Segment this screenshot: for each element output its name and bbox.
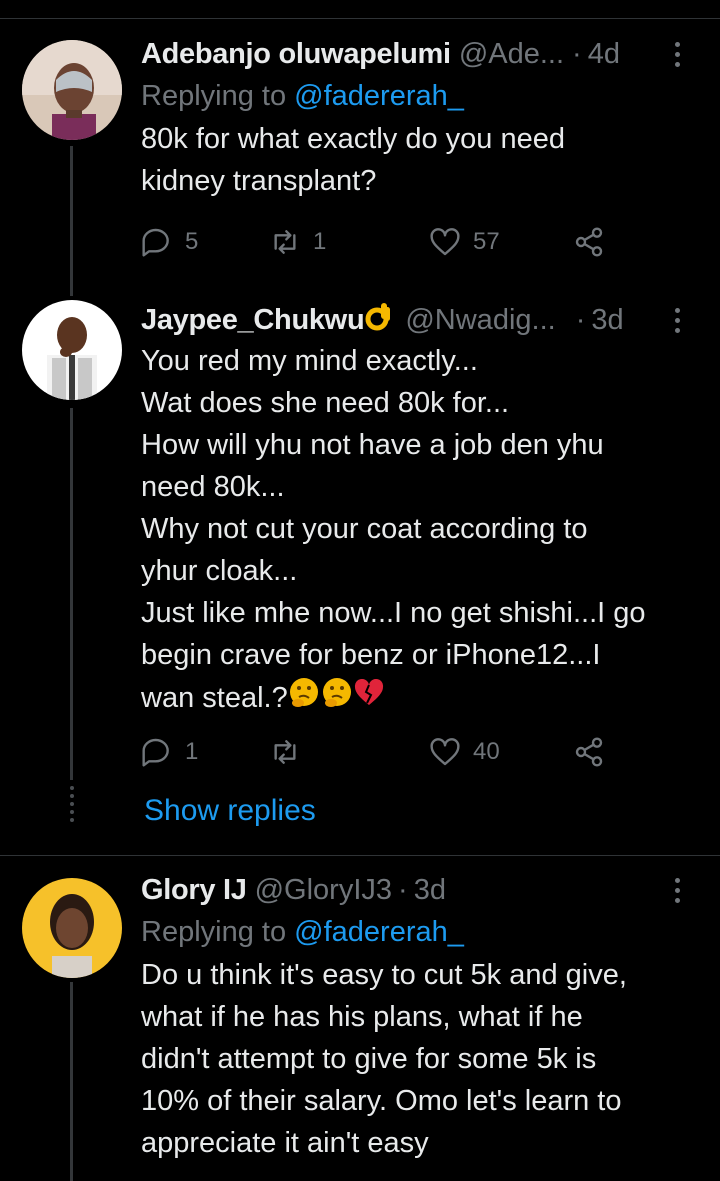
tweet-text-line-with-emoji: wan steal.? xyxy=(141,676,701,720)
retweet-icon xyxy=(274,740,296,764)
like-icon xyxy=(430,228,460,256)
tweet-header: Adebanjo oluwapelumi @Ade... · 4d xyxy=(141,34,701,74)
like-button[interactable]: 57 xyxy=(429,222,500,262)
display-name[interactable]: Jaypee_Chukwu xyxy=(141,304,365,337)
mention-link[interactable]: @fadererah_ xyxy=(294,916,464,948)
tweet-text-line: what if he has his plans, what if he xyxy=(141,1001,583,1033)
tweet-text-line: kidney transplant? xyxy=(141,165,377,197)
separator-dot: · xyxy=(398,873,408,906)
timestamp[interactable]: 3d xyxy=(591,304,623,337)
timestamp[interactable]: 4d xyxy=(588,38,620,71)
reply-count: 1 xyxy=(185,738,199,765)
display-name[interactable]: Adebanjo oluwapelumi xyxy=(141,38,451,71)
tweet-text-line: appreciate it ain't easy xyxy=(141,1127,429,1159)
separator-dot: · xyxy=(575,303,586,336)
user-handle[interactable]: @Nwadig... xyxy=(405,304,555,337)
tweet-text-line: begin crave for benz or iPhone12...I xyxy=(141,639,601,671)
avatar[interactable] xyxy=(22,878,122,978)
reply-icon xyxy=(142,738,169,767)
retweet-button[interactable] xyxy=(269,732,313,772)
tweet-text-line: 10% of their salary. Omo let's learn to xyxy=(141,1085,622,1117)
like-count: 40 xyxy=(473,738,500,765)
tweet-text: You red my mind exactly... Wat does she … xyxy=(141,340,701,720)
display-name[interactable]: Glory IJ xyxy=(141,874,247,907)
like-icon xyxy=(430,738,460,766)
avatar[interactable] xyxy=(22,40,122,140)
avatar-image xyxy=(22,300,122,400)
tweet-text-line: wan steal.? xyxy=(141,682,288,714)
share-button[interactable] xyxy=(573,222,617,262)
ok-hand-emoji xyxy=(364,301,392,339)
thinking-face-emoji xyxy=(288,676,320,720)
timestamp[interactable]: 3d xyxy=(414,874,446,907)
share-button[interactable] xyxy=(573,732,617,772)
reply-count: 5 xyxy=(185,228,199,255)
thread-gap-dots xyxy=(68,786,76,822)
retweet-count: 1 xyxy=(313,228,327,255)
tweet-text-line: 80k for what exactly do you need xyxy=(141,123,565,155)
tweet-actions: 1 40 xyxy=(141,732,621,772)
retweet-icon xyxy=(274,230,296,254)
reply-icon xyxy=(142,228,169,257)
user-handle[interactable]: @GloryIJ3 xyxy=(255,874,392,907)
tweet-text-line: Wat does she need 80k for... xyxy=(141,387,510,419)
broken-heart-emoji xyxy=(354,677,384,719)
avatar[interactable] xyxy=(22,300,122,400)
separator-dot: · xyxy=(572,37,582,70)
thread-line xyxy=(70,146,73,296)
thinking-face-emoji xyxy=(321,676,353,720)
tweet-header: Glory IJ @GloryIJ3 · 3d xyxy=(141,870,701,910)
tweet-text-line: How will yhu not have a job den yhu xyxy=(141,429,604,461)
tweet-text-line: yhur cloak... xyxy=(141,555,298,587)
tweet-text-line: need 80k... xyxy=(141,471,285,503)
mention-link[interactable]: @fadererah_ xyxy=(294,80,464,112)
avatar-image xyxy=(22,878,122,978)
thread-line xyxy=(70,408,73,780)
tweet-actions: 5 1 57 xyxy=(141,222,621,262)
tweet-text-line: Why not cut your coat according to xyxy=(141,513,588,545)
replying-to: Replying to @fadererah_ xyxy=(141,74,701,118)
reply-button[interactable]: 1 xyxy=(141,732,198,772)
tweet-text-line: Just like mhe now...I no get shishi...I … xyxy=(141,597,646,629)
tweet-text-line: You red my mind exactly... xyxy=(141,345,478,377)
retweet-button[interactable]: 1 xyxy=(269,222,326,262)
more-icon[interactable] xyxy=(667,304,687,336)
replying-to-label: Replying to xyxy=(141,916,295,948)
avatar-image xyxy=(22,40,122,140)
share-icon xyxy=(575,227,603,257)
tweet-text-line: didn't attempt to give for some 5k is xyxy=(141,1043,597,1075)
more-icon[interactable] xyxy=(667,874,687,906)
divider xyxy=(0,855,720,856)
replying-to: Replying to @fadererah_ xyxy=(141,910,701,954)
tweet-text: Do u think it's easy to cut 5k and give,… xyxy=(141,954,701,1164)
more-icon[interactable] xyxy=(667,38,687,70)
like-count: 57 xyxy=(473,228,500,255)
like-button[interactable]: 40 xyxy=(429,732,500,772)
tweet-text-line: Do u think it's easy to cut 5k and give, xyxy=(141,959,627,991)
tweet-header: Jaypee_Chukwu @Nwadig... · 3d xyxy=(141,300,701,340)
reply-button[interactable]: 5 xyxy=(141,222,198,262)
replying-to-label: Replying to xyxy=(141,80,295,112)
tweet-text: 80k for what exactly do you need kidney … xyxy=(141,118,701,202)
top-divider xyxy=(0,18,720,19)
share-icon xyxy=(575,737,603,767)
show-replies-link[interactable]: Show replies xyxy=(144,794,316,828)
user-handle[interactable]: @Ade... xyxy=(459,38,564,71)
thread-line xyxy=(70,982,73,1181)
